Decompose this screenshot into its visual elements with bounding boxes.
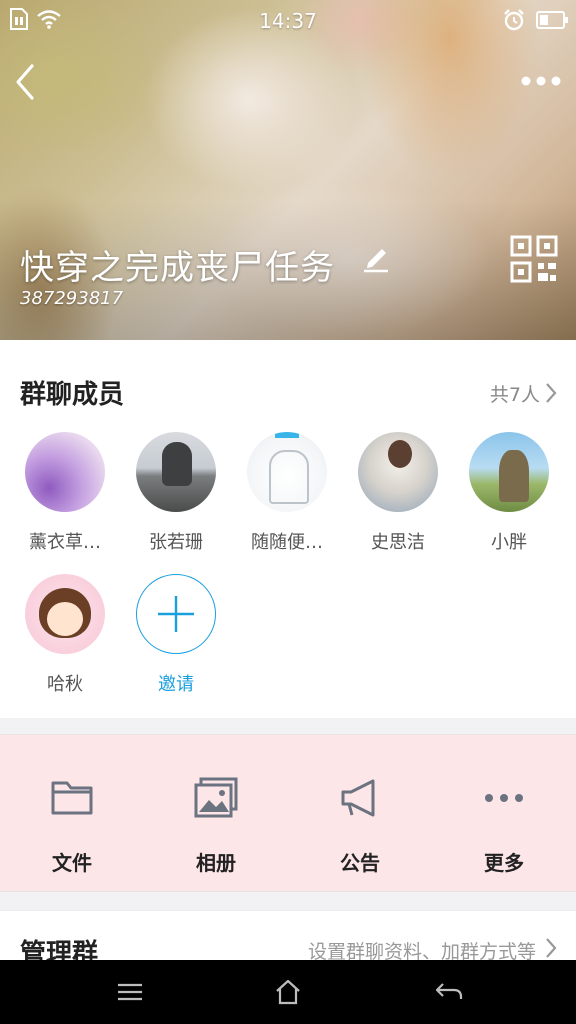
members-section: 群聊成员 共7人 薰衣草… 张若珊 随随便… 史思洁 小胖 哈秋 邀请 [0, 340, 576, 718]
member-name: 张若珊 [149, 532, 203, 553]
qr-code-icon[interactable] [510, 235, 558, 283]
avatar[interactable] [136, 432, 216, 512]
announcement-button[interactable]: 公告 [288, 735, 432, 893]
member-name: 史思洁 [371, 532, 425, 553]
avatar[interactable] [247, 432, 327, 512]
megaphone-icon [341, 779, 375, 817]
back-nav-icon[interactable] [434, 978, 464, 1006]
member-name: 随随便… [251, 532, 323, 553]
files-button[interactable]: 文件 [0, 735, 144, 893]
member-name: 薰衣草… [29, 532, 101, 553]
member-name: 小胖 [491, 532, 527, 553]
photo-album-icon [194, 777, 238, 818]
files-label: 文件 [52, 851, 92, 875]
alarm-icon [504, 9, 524, 31]
member-name: 哈秋 [47, 674, 83, 695]
group-actions-bar: 文件 相册 公告 更多 [0, 734, 576, 892]
chevron-right-icon[interactable] [544, 382, 558, 404]
chevron-right-icon[interactable] [544, 937, 558, 959]
battery-icon [536, 11, 568, 29]
member-item[interactable]: 小胖 [454, 432, 564, 554]
back-icon[interactable] [8, 60, 48, 104]
menu-icon[interactable] [116, 978, 144, 1006]
announcement-label: 公告 [340, 851, 380, 875]
plus-icon [157, 595, 194, 632]
home-icon[interactable] [274, 978, 302, 1006]
member-item[interactable]: 哈秋 [10, 574, 120, 696]
member-item[interactable]: 张若珊 [121, 432, 231, 554]
status-time: 14:37 [259, 9, 317, 33]
member-item[interactable]: 随随便… [232, 432, 342, 554]
member-item[interactable]: 薰衣草… [10, 432, 120, 554]
avatar[interactable] [358, 432, 438, 512]
avatar[interactable] [25, 574, 105, 654]
invite-member-button[interactable]: 邀请 [121, 574, 231, 696]
more-options-icon[interactable] [516, 66, 566, 96]
group-id: 387293817 [20, 288, 124, 309]
invite-label: 邀请 [158, 674, 194, 695]
members-count[interactable]: 共7人 [490, 380, 540, 407]
more-dots-icon [485, 794, 523, 802]
group-name: 快穿之完成丧尸任务 [20, 248, 335, 288]
avatar[interactable] [469, 432, 549, 512]
invite-circle[interactable] [136, 574, 216, 654]
system-nav-bar [0, 960, 576, 1024]
status-bar: 14:37 [0, 0, 576, 40]
edit-name-icon[interactable] [362, 243, 390, 273]
more-button[interactable]: 更多 [432, 735, 576, 893]
avatar[interactable] [25, 432, 105, 512]
members-title: 群聊成员 [20, 380, 125, 410]
album-button[interactable]: 相册 [144, 735, 288, 893]
folder-icon [51, 781, 93, 815]
member-item[interactable]: 史思洁 [343, 432, 453, 554]
more-label: 更多 [484, 851, 524, 875]
album-label: 相册 [196, 851, 236, 875]
group-cover-header: 14:37 快穿之完成丧尸任务 387293817 [0, 0, 576, 340]
